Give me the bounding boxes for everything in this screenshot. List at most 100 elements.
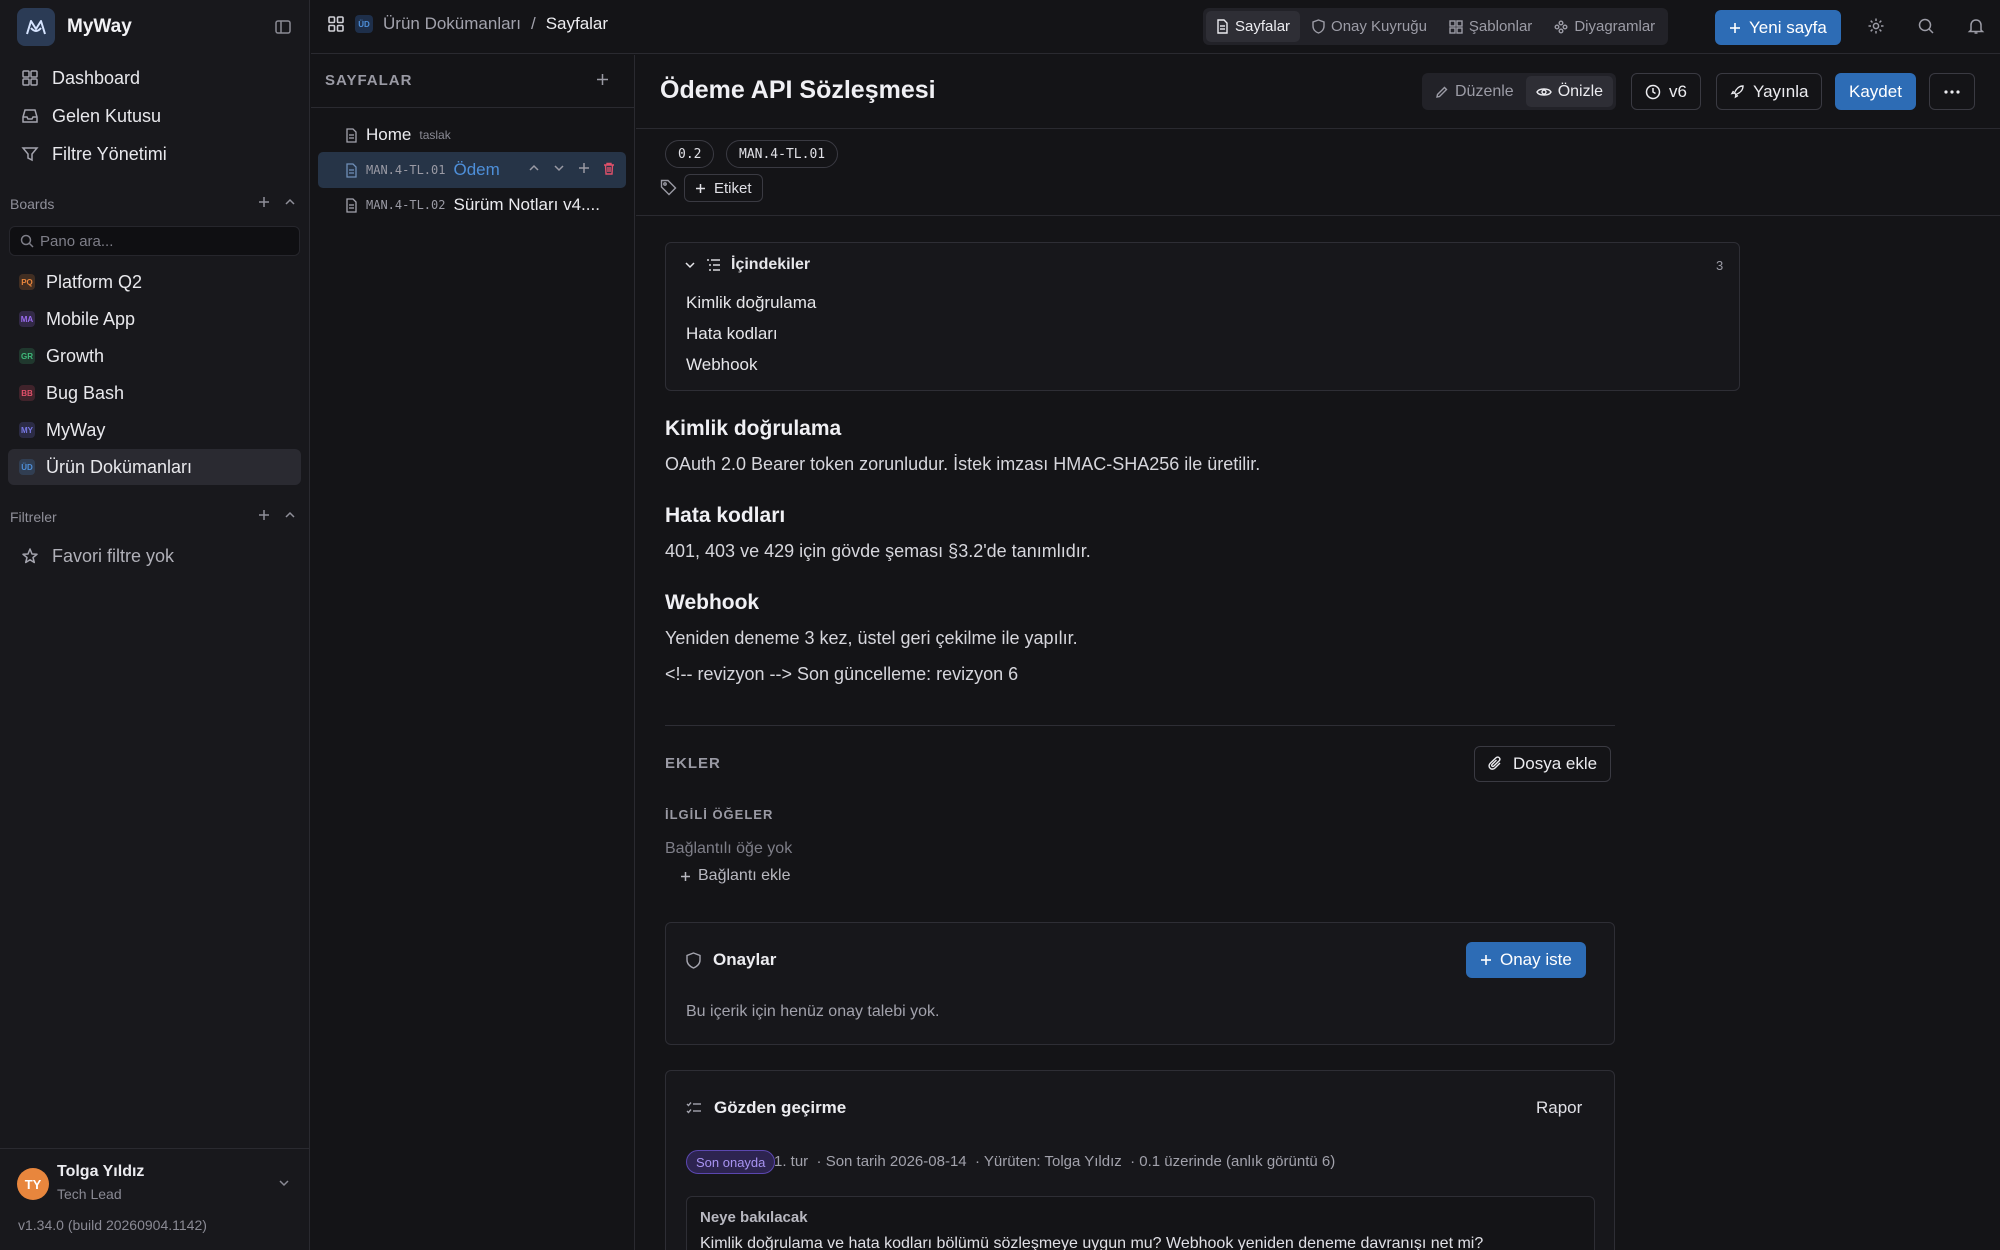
board-item[interactable]: PQ Platform Q2	[8, 264, 301, 300]
board-label: Growth	[46, 345, 105, 366]
tab-label: Onay Kuyruğu	[1331, 18, 1427, 35]
board-label: Ürün Dokümanları	[46, 456, 193, 477]
tab-label: Sayfalar	[1235, 18, 1291, 35]
add-filter-icon[interactable]	[258, 509, 270, 521]
avatar[interactable]: TY	[17, 1168, 49, 1200]
trash-icon[interactable]	[603, 162, 615, 175]
status-badge: Son onayda	[686, 1150, 776, 1174]
nav-dashboard[interactable]: Dashboard	[8, 60, 301, 96]
toc-item[interactable]: Hata kodları	[686, 324, 778, 344]
board-label: Mobile App	[46, 308, 136, 329]
more-options-icon[interactable]	[1929, 73, 1975, 110]
board-item[interactable]: BB Bug Bash	[8, 375, 301, 411]
document-icon	[345, 127, 358, 143]
attachments-label: EKLER	[665, 755, 721, 772]
clock-icon	[1645, 84, 1661, 100]
related-label: İLGİLİ ÖĞELER	[665, 807, 774, 822]
gear-icon[interactable]	[1867, 17, 1885, 35]
review-owner: · Yürüten: Tolga Yıldız	[974, 1153, 1122, 1170]
apps-grid-icon[interactable]	[327, 15, 345, 33]
nav-label: Dashboard	[52, 67, 141, 88]
collapse-filters-icon[interactable]	[284, 509, 296, 521]
new-page-label: Yeni sayfa	[1749, 17, 1827, 37]
publish-label: Yayınla	[1753, 81, 1809, 101]
add-file-button[interactable]: Dosya ekle	[1474, 746, 1612, 782]
nav-inbox[interactable]: Gelen Kutusu	[8, 98, 301, 134]
shield-icon	[686, 951, 701, 969]
move-down-icon[interactable]	[553, 162, 565, 175]
board-badge: BB	[19, 385, 35, 401]
report-button[interactable]: Rapor	[1536, 1098, 1582, 1118]
star-icon	[20, 546, 40, 566]
edit-mode-button[interactable]: Düzenle	[1425, 76, 1524, 107]
version-history-button[interactable]: v6	[1631, 73, 1701, 110]
section-heading: Hata kodları	[665, 504, 786, 527]
add-link-button[interactable]: Bağlantı ekle	[680, 867, 791, 885]
search-icon	[20, 234, 34, 248]
document-icon	[1216, 19, 1229, 34]
review-header: Gözden geçirme	[686, 1098, 846, 1118]
view-tabs: Sayfalar Onay Kuyruğu Şablonlar Diyagram…	[1203, 8, 1669, 45]
app-name: MyWay	[67, 16, 132, 37]
new-page-button[interactable]: Yeni sayfa	[1715, 10, 1841, 45]
paperclip-icon	[1488, 756, 1503, 772]
toc-item[interactable]: Webhook	[686, 355, 758, 375]
approvals-title: Onaylar	[713, 950, 777, 969]
search-icon[interactable]	[1917, 17, 1935, 35]
board-label: Bug Bash	[46, 382, 125, 403]
tree-item-release-notes[interactable]: MAN.4-TL.02 Sürüm Notları v4....	[318, 187, 626, 223]
grid-icon	[1449, 19, 1463, 34]
bell-icon[interactable]	[1967, 17, 1985, 35]
board-item[interactable]: MA Mobile App	[8, 301, 301, 337]
plus-icon	[680, 871, 691, 882]
move-up-icon[interactable]	[528, 162, 540, 175]
toc-header[interactable]: İçindekiler	[684, 256, 810, 274]
divider	[0, 1148, 310, 1149]
breadcrumb-board[interactable]: Ürün Dokümanları	[383, 14, 521, 34]
add-board-icon[interactable]	[258, 196, 270, 208]
add-tag-button[interactable]: Etiket	[684, 174, 763, 202]
tab-label: Diyagramlar	[1574, 18, 1656, 35]
request-approval-button[interactable]: Onay iste	[1466, 942, 1586, 978]
user-name[interactable]: Tolga Yıldız	[57, 1163, 144, 1181]
tree-item-home[interactable]: Home taslak	[318, 117, 626, 153]
nav-filters[interactable]: Filtre Yönetimi	[8, 136, 301, 172]
page-title: Ödeme API Sözleşmesi	[660, 76, 936, 104]
brand[interactable]: MyWay	[17, 8, 132, 46]
grid-icon	[20, 68, 40, 88]
page-tree: SAYFALAR Home taslak MAN.4-TL.01 Ödem MA…	[311, 55, 635, 1250]
board-badge: MA	[19, 311, 35, 327]
board-search-input[interactable]	[40, 232, 280, 250]
review-card: Gözden geçirme Rapor Son onayda 1. tur ·…	[665, 1070, 1615, 1250]
publish-button[interactable]: Yayınla	[1716, 73, 1823, 110]
board-item[interactable]: MY MyWay	[8, 412, 301, 448]
add-link-label: Bağlantı ekle	[698, 867, 791, 884]
tab-approval-queue[interactable]: Onay Kuyruğu	[1302, 11, 1437, 42]
add-child-icon[interactable]	[578, 162, 590, 175]
toc-item[interactable]: Kimlik doğrulama	[686, 293, 816, 313]
collapse-boards-icon[interactable]	[284, 196, 296, 208]
plus-icon	[1729, 22, 1741, 34]
mode-toggle: Düzenle Önizle	[1422, 73, 1617, 110]
board-item[interactable]: GR Growth	[8, 338, 301, 374]
add-page-icon[interactable]	[596, 73, 609, 86]
review-base: · 0.1 üzerinde (anlık görüntü 6)	[1130, 1153, 1336, 1170]
breadcrumb: ÜD Ürün Dokümanları / Sayfalar	[327, 14, 608, 34]
table-of-contents: İçindekiler 3 Kimlik doğrulama Hata kodl…	[665, 242, 1740, 391]
chevron-down-icon[interactable]	[277, 1176, 291, 1190]
sidebar-toggle-icon[interactable]	[274, 18, 292, 36]
tab-templates[interactable]: Şablonlar	[1439, 11, 1542, 42]
divider	[665, 725, 1615, 726]
review-round: 1. tur	[774, 1153, 809, 1170]
row-actions	[528, 162, 615, 175]
tab-diagrams[interactable]: Diyagramlar	[1544, 11, 1665, 42]
list-icon	[706, 258, 721, 272]
filters-empty-label: Favori filtre yok	[52, 545, 175, 566]
diagram-icon	[1554, 20, 1568, 34]
board-item[interactable]: ÜD Ürün Dokümanları	[8, 449, 301, 485]
divider	[636, 215, 2000, 216]
tab-pages[interactable]: Sayfalar	[1206, 11, 1301, 42]
tree-item-payment-api[interactable]: MAN.4-TL.01 Ödem	[318, 152, 626, 188]
preview-mode-button[interactable]: Önizle	[1525, 76, 1614, 107]
save-button[interactable]: Kaydet	[1835, 73, 1916, 110]
